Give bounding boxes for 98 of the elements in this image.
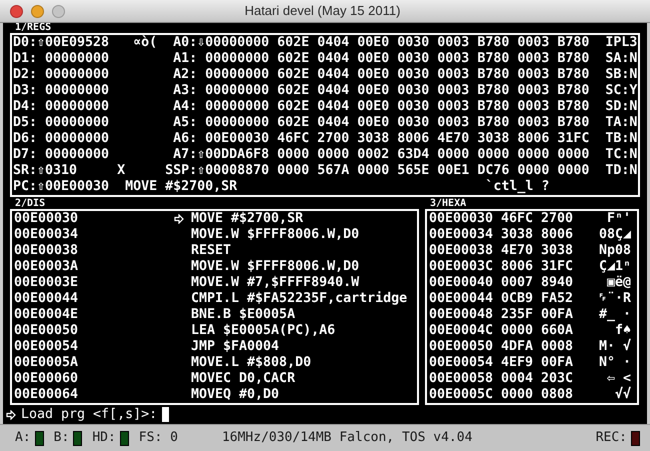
hex-word: 00FA	[541, 307, 574, 323]
hex-word: 0000	[501, 323, 534, 339]
ascii-text: Fⁿ'	[606, 211, 632, 227]
instruction-text: MOVE.L #$808,D0	[191, 355, 312, 371]
register-line: PC:⇧00E00030 MOVE #$2700,SR `ctl_l ?	[13, 179, 550, 195]
hex-word: 8006	[541, 227, 574, 243]
window-title: Hatari devel (May 15 2011)	[244, 2, 400, 20]
hex-word: 4EF9	[501, 355, 534, 371]
address-text: 00E0005C	[429, 387, 494, 403]
hex-word: 0000	[501, 387, 534, 403]
instruction-text: MOVE #$2700,SR	[191, 211, 304, 227]
hex-word: 3038	[541, 243, 574, 259]
instruction-text: MOVE.W $FFFF8006.W,D0	[191, 227, 360, 243]
address-text: 00E0003A	[14, 259, 80, 275]
register-line: SR:⇧0310 X SSP:⇧00008870 0000 567A 0000 565E 00E1 DC76 0000 0000 TD:N	[13, 163, 637, 179]
hex-word: 8940	[541, 275, 574, 291]
fs-text: FS: 0	[138, 429, 178, 448]
register-line: D6: 00000000 A6: 00E00030 46FC 2700 3038 8006 4E70 3038 8006 31FC TB:N	[13, 131, 637, 147]
hex-word: 3038	[501, 227, 534, 243]
drive-label: B:	[54, 429, 70, 448]
register-line: D3: 00000000 A3: 00000000 602E 0404 00E0 0030 0003 B780 0003 B780 SC:Y	[13, 83, 637, 99]
instruction-text: RESET	[191, 243, 232, 259]
ascii-text: Np08	[598, 243, 632, 259]
drive-label: HD:	[92, 429, 116, 448]
hex-word: 46FC	[501, 211, 534, 227]
address-text: 00E0004E	[14, 307, 80, 323]
instruction-text: CMPI.L #$FA52235F,cartridge	[191, 291, 408, 307]
address-text: 00E00030	[429, 211, 494, 227]
ascii-text: #_ ·	[598, 307, 632, 323]
zoom-button[interactable]	[52, 4, 65, 18]
address-text: 00E00040	[429, 275, 494, 291]
address-text: 00E00034	[14, 227, 80, 243]
address-text: 00E00054	[429, 355, 494, 371]
ascii-text: √√	[614, 387, 632, 403]
instruction-text: BNE.B $E0005A	[191, 307, 296, 323]
arrow-icon	[6, 410, 16, 420]
hex-word: 8006	[501, 259, 534, 275]
address-text: 00E00050	[429, 339, 494, 355]
instruction-text: JMP $FA0004	[191, 339, 280, 355]
hex-word: 0008	[541, 339, 574, 355]
ascii-text: 08Ç◢	[598, 227, 632, 243]
instruction-text: MOVE.W $FFFF8006.W,D0	[191, 259, 360, 275]
instruction-text: MOVEC D0,CACR	[191, 371, 296, 387]
register-line: D4: 00000000 A4: 00000000 602E 0404 00E0 0030 0003 B780 0003 B780 SD:N	[13, 99, 637, 115]
ascii-text: ▣ë@	[606, 275, 632, 291]
address-text: 00E0004C	[429, 323, 494, 339]
instruction-text: MOVE.W #7,$FFFF8940.W	[191, 275, 360, 291]
machine-info: 16MHz/030/14MB Falcon, TOS v4.04	[222, 429, 472, 448]
register-line: D2: 00000000 A2: 00000000 602E 0404 00E0 0030 0003 B780 0003 B780 SB:N	[13, 67, 637, 83]
panel-label: 3/HEXA	[429, 198, 468, 209]
address-text: 00E00064	[14, 387, 80, 403]
address-text: 00E0003E	[14, 275, 80, 291]
ascii-text: Ç◢1ⁿ	[598, 259, 632, 275]
hex-word: 0808	[541, 387, 574, 403]
instruction-text: MOVEQ #0,D0	[191, 387, 280, 403]
address-text: 00E00044	[429, 291, 494, 307]
hex-word: 235F	[501, 307, 534, 323]
address-text: 00E0003C	[429, 259, 494, 275]
ascii-text: N° ·	[598, 355, 632, 371]
address-text: 00E0005A	[14, 355, 80, 371]
ascii-text: f♠	[614, 323, 632, 338]
instruction-text: LEA $E0005A(PC),A6	[191, 323, 336, 339]
close-button[interactable]	[10, 4, 23, 18]
register-line: D5: 00000000 A5: 00000000 602E 0404 00E0 0030 0003 B780 0003 B780 TA:N	[13, 115, 637, 131]
hex-word: FA52	[541, 291, 574, 307]
ascii-text: M· √	[598, 339, 632, 355]
hex-word: 0004	[501, 371, 534, 387]
hex-word: 4E70	[501, 243, 534, 259]
address-text: 00E00030	[14, 211, 80, 227]
hex-word: 203C	[541, 371, 574, 387]
hex-word: 0007	[501, 275, 534, 291]
address-text: 00E00060	[14, 371, 80, 387]
panel-label: 2/DIS	[14, 198, 46, 209]
address-text: 00E00038	[429, 243, 494, 259]
address-text: 00E00050	[14, 323, 80, 339]
address-text: 00E00048	[429, 307, 494, 323]
hex-word: 00FA	[541, 355, 574, 371]
panel-label: 1/REGS	[14, 23, 52, 33]
hex-word: 31FC	[541, 259, 574, 275]
hex-word: 660A	[541, 323, 574, 339]
hex-word: 2700	[541, 211, 574, 227]
address-text: 00E00044	[14, 291, 80, 307]
register-line: D0:⇧00E09528 ∝ò( A0:⇩00000000 602E 0404 00E0 0030 0003 B780 0003 B780 IPL3	[13, 35, 637, 51]
address-text: 00E00038	[14, 243, 80, 259]
register-line: D7: 00000000 A7:⇧00DDA6F8 0000 0000 0002 63D4 0000 0000 0000 0000 TC:N	[13, 147, 637, 163]
ascii-text: ⇦ <	[606, 371, 632, 386]
drive-label: A:	[15, 429, 31, 448]
ascii-text: ␌¨·R	[596, 291, 632, 307]
address-text: 00E00054	[14, 339, 80, 355]
hex-word: 4DFA	[501, 339, 534, 355]
record-label: REC:	[596, 429, 627, 448]
hex-word: 0CB9	[501, 291, 534, 307]
address-text: 00E00034	[429, 227, 494, 243]
register-line: D1: 00000000 A1: 00000000 602E 0404 00E0 0030 0003 B780 0003 B780 SA:N	[13, 51, 637, 67]
command-prompt: Load prg <f[,s]>:	[21, 406, 158, 422]
address-text: 00E00058	[429, 371, 494, 387]
minimize-button[interactable]	[31, 4, 44, 18]
text-cursor	[162, 407, 170, 422]
